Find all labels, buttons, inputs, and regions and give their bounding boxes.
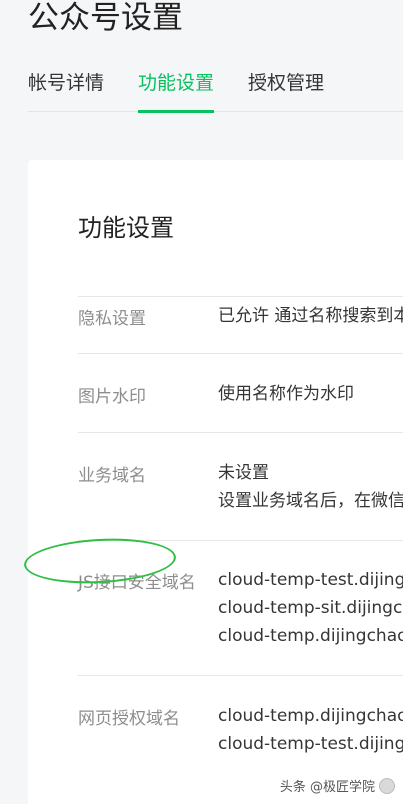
settings-label: 网页授权域名 xyxy=(78,709,180,729)
settings-label: 业务域名 xyxy=(78,466,146,486)
divider xyxy=(78,353,403,354)
settings-value-line: cloud-temp.dijingchao xyxy=(218,626,403,646)
settings-page: 公众号设置 帐号详情 功能设置 授权管理 功能设置 隐私设置 已允许 通过名称搜… xyxy=(0,0,403,804)
watermark-logo-icon xyxy=(379,777,395,794)
settings-label: 隐私设置 xyxy=(78,309,146,329)
page-title: 公众号设置 xyxy=(28,0,183,36)
divider xyxy=(78,296,403,297)
settings-value-line: 设置业务域名后，在微信 xyxy=(218,491,403,511)
section-title: 功能设置 xyxy=(78,214,174,242)
settings-value-line: cloud-temp-test.dijingc xyxy=(218,570,403,590)
tab-account-details[interactable]: 帐号详情 xyxy=(28,68,104,112)
settings-value-line: cloud-temp.dijingchao xyxy=(218,706,403,726)
watermark: 头条 @极匠学院 xyxy=(280,776,395,795)
tab-bar: 帐号详情 功能设置 授权管理 xyxy=(28,68,403,113)
watermark-text: 头条 @极匠学院 xyxy=(279,780,375,795)
settings-value-line: 未设置 xyxy=(218,463,269,483)
settings-value: 已允许 通过名称搜索到本 xyxy=(218,306,403,326)
settings-value: 使用名称作为水印 xyxy=(218,384,354,404)
settings-value-line: cloud-temp-test.dijingc xyxy=(218,734,403,754)
settings-card: 功能设置 隐私设置 已允许 通过名称搜索到本 图片水印 使用名称作为水印 业务域… xyxy=(28,160,403,804)
settings-label: 图片水印 xyxy=(78,387,146,407)
divider xyxy=(78,675,403,676)
tab-authorization-management[interactable]: 授权管理 xyxy=(248,68,324,112)
settings-value-line: cloud-temp-sit.dijingch xyxy=(218,598,403,618)
tab-function-settings[interactable]: 功能设置 xyxy=(138,68,215,113)
divider xyxy=(78,432,403,433)
